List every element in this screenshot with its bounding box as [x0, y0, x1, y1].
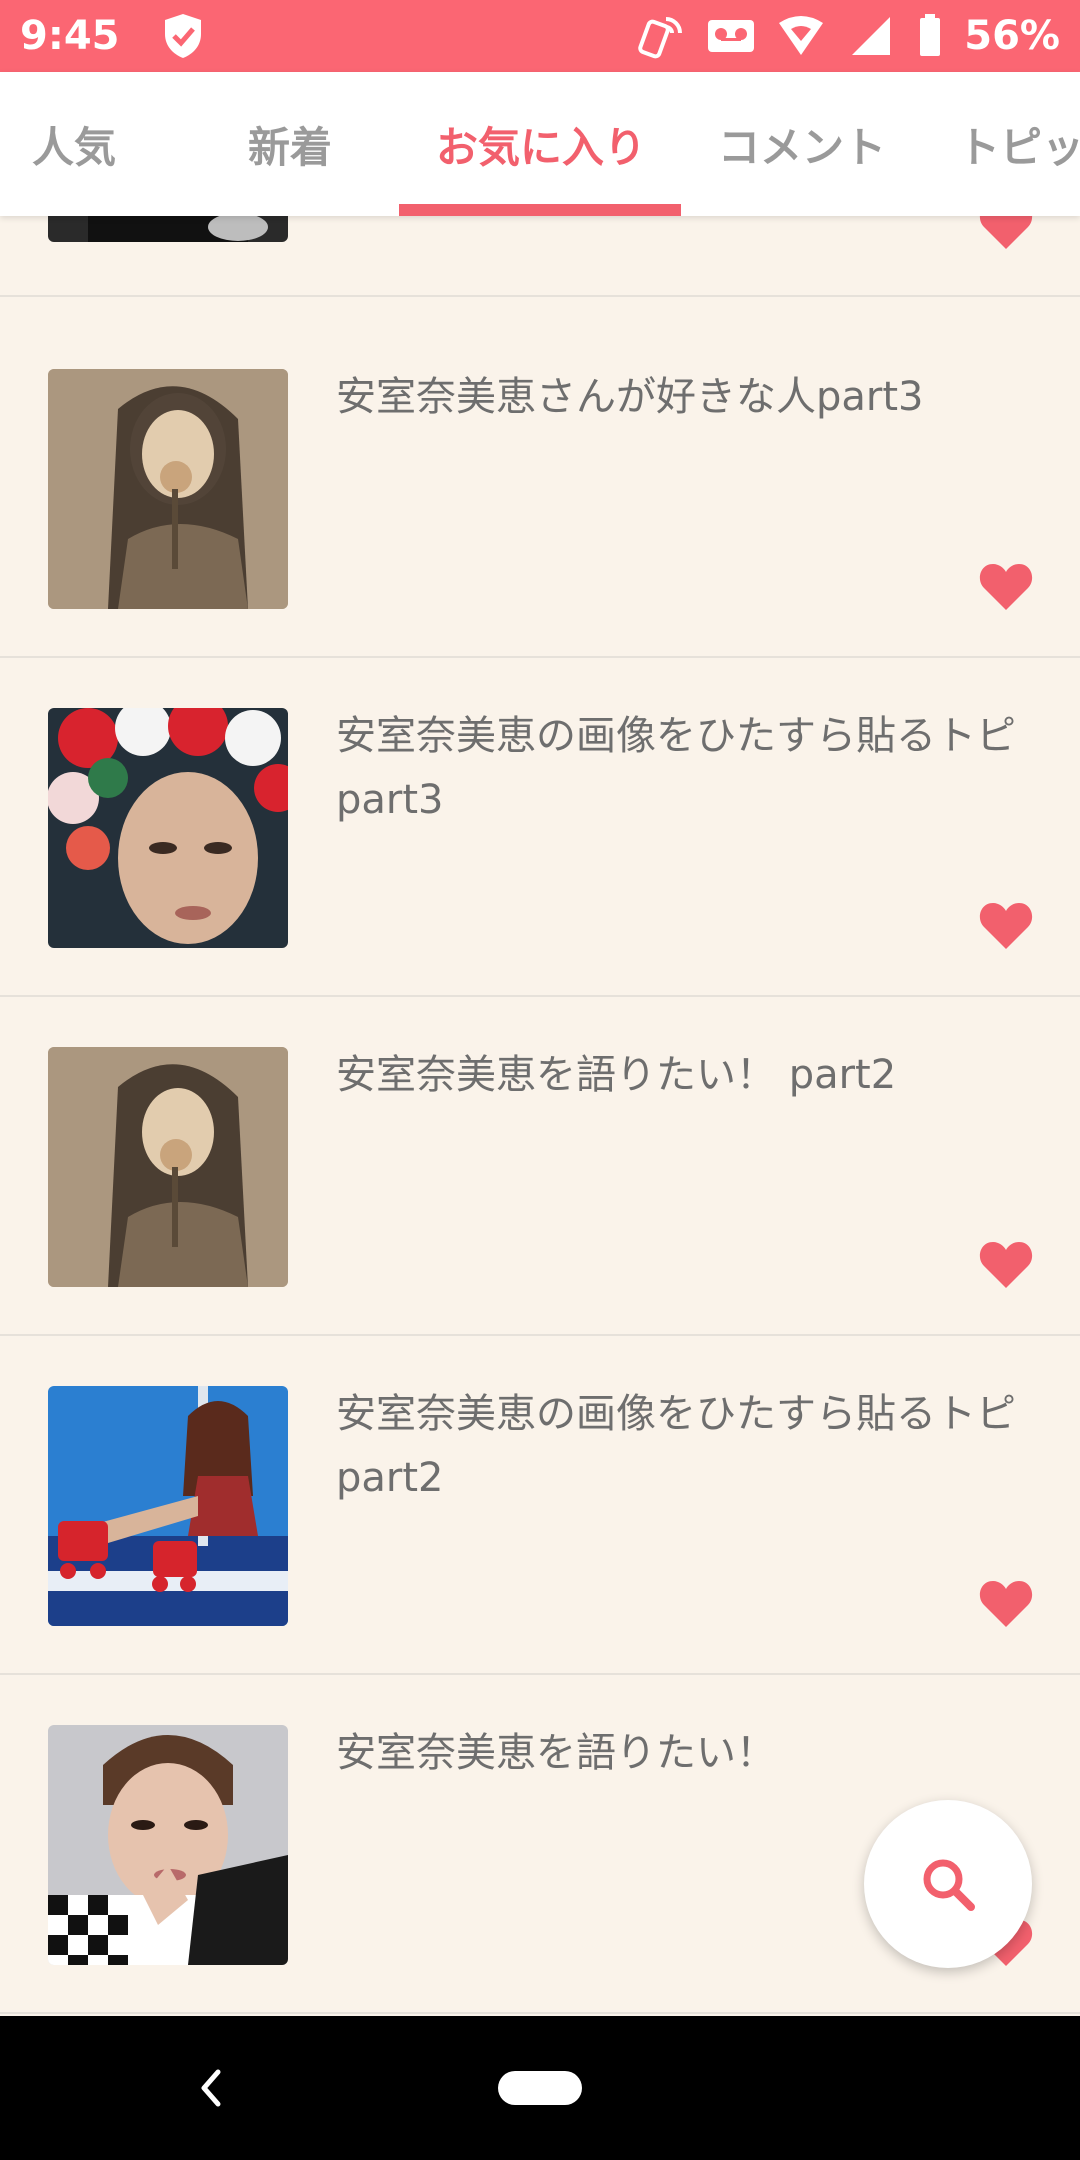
home-pill-icon[interactable] [498, 2071, 582, 2105]
battery-percent: 56% [964, 13, 1060, 59]
tab-popular[interactable]: 人気 [32, 72, 116, 216]
search-fab[interactable] [864, 1800, 1032, 1968]
topic-thumbnail [48, 369, 288, 609]
active-tab-indicator [399, 204, 681, 216]
voicemail-icon [706, 13, 756, 59]
shield-check-icon [160, 11, 206, 61]
favorite-heart-icon[interactable] [978, 901, 1034, 951]
favorite-heart-icon[interactable] [978, 562, 1034, 612]
topic-title: 安室奈美恵を語りたい！ part2 [336, 1052, 897, 1098]
list-item[interactable]: 安室奈美恵を語りたい！ part2 [0, 997, 1080, 1336]
topic-title: 安室奈美恵の画像をひたすら貼るトピ part3 [336, 713, 1056, 823]
tab-new[interactable]: 新着 [248, 72, 332, 216]
topic-title: 安室奈美恵の画像をひたすら貼るトピpart2 [336, 1391, 1016, 1501]
topic-thumbnail [48, 1725, 288, 1965]
topic-title: 安室奈美恵を語りたい！ [336, 1730, 776, 1776]
back-chevron-icon[interactable] [190, 2056, 230, 2120]
status-time: 9:45 [20, 13, 120, 59]
status-icons: 56% [636, 13, 1060, 59]
search-icon [923, 1859, 975, 1911]
tab-favorites[interactable]: お気に入り [436, 72, 646, 216]
list-item[interactable]: 安室奈美恵さんが好きな人part3 [0, 319, 1080, 658]
signal-icon [846, 13, 896, 59]
favorite-heart-icon[interactable] [978, 216, 1034, 251]
favorite-heart-icon[interactable] [978, 1240, 1034, 1290]
favorite-heart-icon[interactable] [978, 1579, 1034, 1629]
topic-thumbnail [48, 216, 288, 242]
tab-comments[interactable]: コメント [718, 72, 886, 216]
list-item[interactable]: 安室奈美恵の画像をひたすら貼るトピpart2 [0, 1336, 1080, 1675]
topic-title: 安室奈美恵さんが好きな人part3 [336, 374, 924, 420]
list-item[interactable] [0, 216, 1080, 297]
wifi-icon [776, 13, 826, 59]
topic-thumbnail [48, 1386, 288, 1626]
topic-thumbnail [48, 708, 288, 948]
list-item[interactable]: 安室奈美恵の画像をひたすら貼るトピ part3 [0, 658, 1080, 997]
status-bar: 9:45 56% [0, 0, 1080, 72]
topic-thumbnail [48, 1047, 288, 1287]
favorites-list: 安室奈美恵さんが好きな人part3 安室奈美恵の画像をひたすら貼るトピ part [0, 216, 1080, 2016]
battery-icon [916, 13, 944, 59]
tab-bar: 人気 新着 お気に入り コメント トピック [0, 72, 1080, 216]
tab-topics[interactable]: トピック [958, 72, 1080, 216]
nfc-phone-icon [636, 13, 686, 59]
